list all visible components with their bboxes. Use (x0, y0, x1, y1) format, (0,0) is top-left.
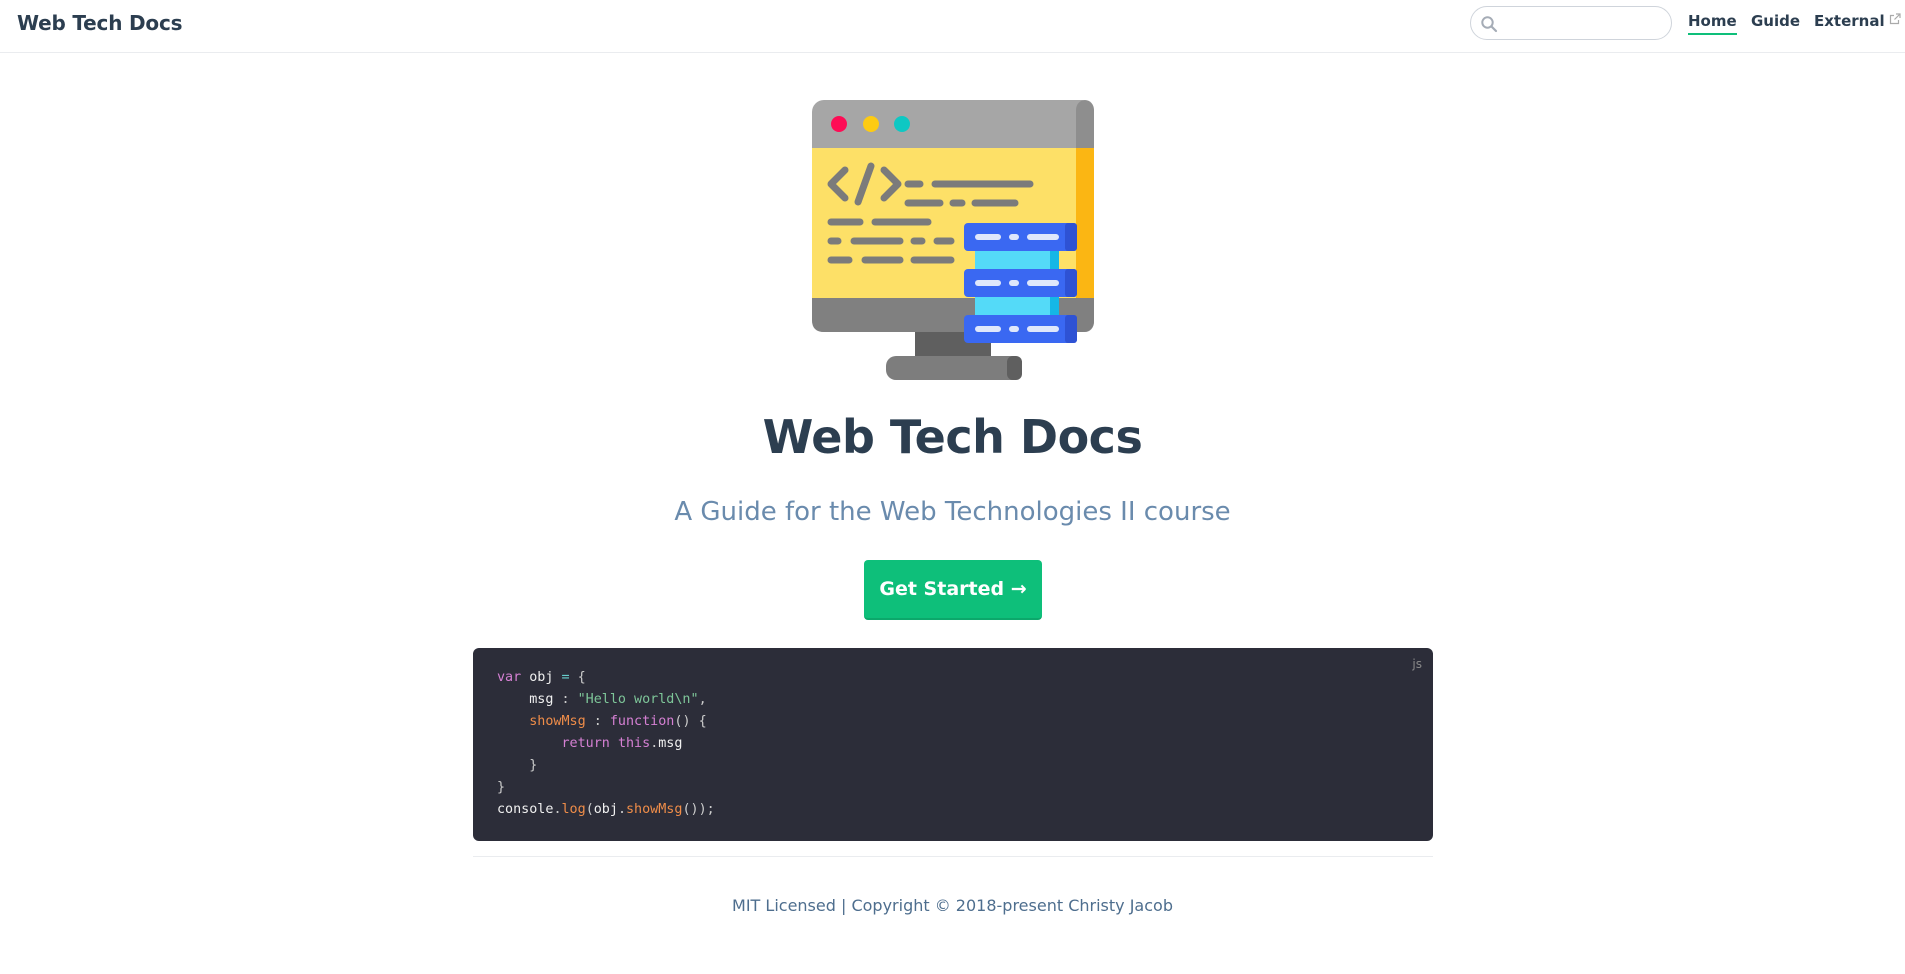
nav-link-external-label: External (1814, 12, 1885, 30)
site-name-link[interactable]: Web Tech Docs (17, 11, 183, 35)
nav-link-guide[interactable]: Guide (1751, 12, 1800, 30)
code-line: console.log(obj.showMsg()); (497, 802, 715, 817)
hero-title: Web Tech Docs (762, 410, 1143, 464)
code-line: } (529, 758, 538, 773)
code-line: showMsg : function() { (529, 714, 707, 729)
nav-link-external[interactable]: External (1814, 12, 1901, 30)
footer-divider (473, 856, 1433, 857)
search-input[interactable] (1501, 11, 1661, 35)
hero-description: A Guide for the Web Technologies II cour… (674, 497, 1231, 527)
code-line: var obj = { (497, 670, 586, 685)
get-started-button[interactable]: Get Started → (864, 560, 1042, 620)
footer-text: MIT Licensed | Copyright © 2018-present … (732, 896, 1173, 915)
nav-link-guide-label: Guide (1751, 12, 1801, 30)
search-box[interactable] (1470, 6, 1672, 40)
code-line: msg : "Hello world\n", (529, 692, 707, 707)
external-link-icon (1889, 13, 1901, 25)
monitor-code-illustration (812, 100, 1094, 380)
code-block: js var obj = { msg : "Hello world\n", sh… (473, 648, 1433, 841)
code-line: } (497, 780, 506, 795)
search-icon (1481, 16, 1498, 33)
code-lines: var obj = { msg : "Hello world\n", showM… (497, 667, 715, 821)
nav-link-home[interactable]: Home (1688, 12, 1737, 35)
navbar: Web Tech Docs Home Guide External (0, 0, 1905, 53)
code-language-label: js (1412, 657, 1422, 671)
code-line: return this.msg (561, 736, 683, 751)
